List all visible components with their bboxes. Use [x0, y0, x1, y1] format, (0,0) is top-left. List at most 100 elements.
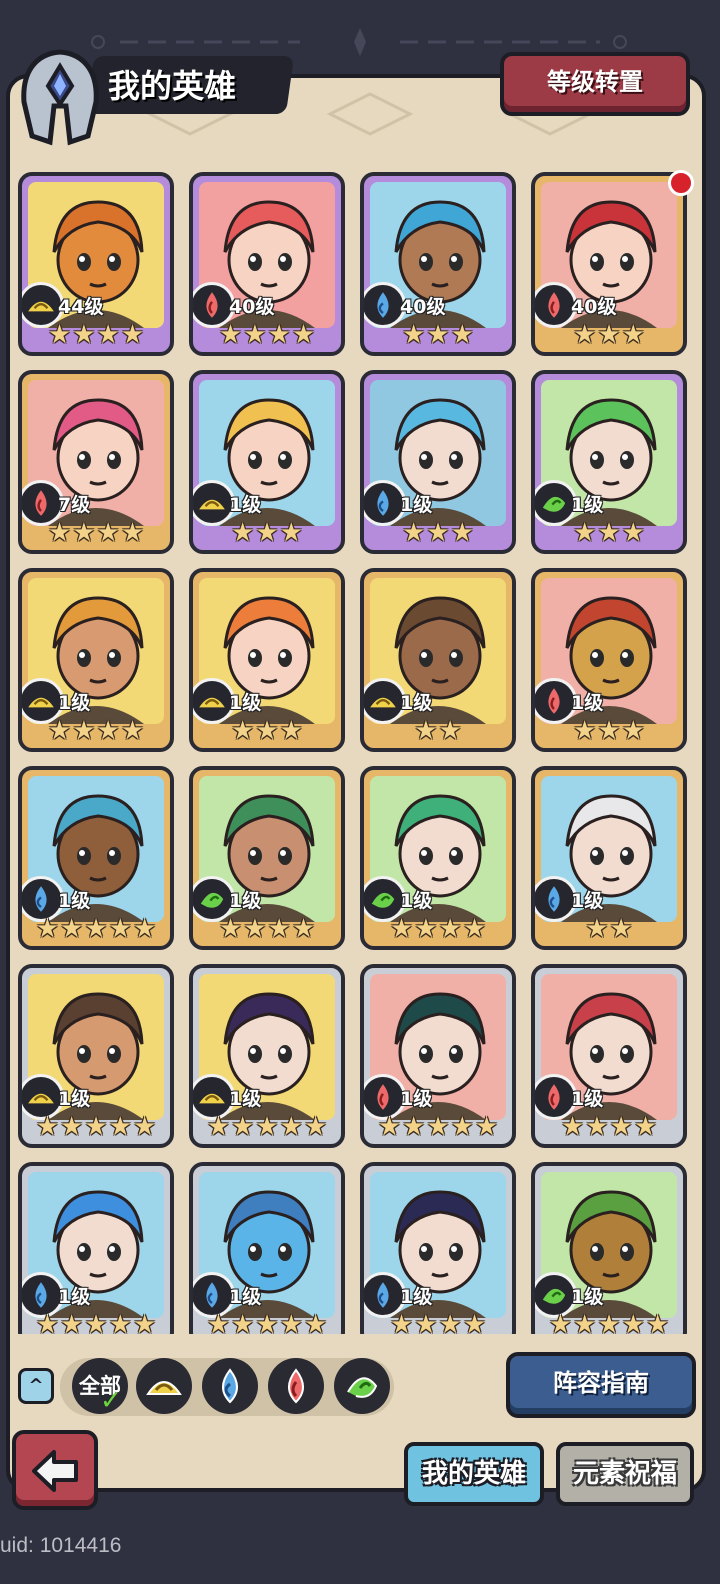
back-button[interactable]: [12, 1430, 98, 1510]
hero-card[interactable]: 1级 ★ ★ ★ ★: [18, 568, 174, 752]
tab-my-heroes[interactable]: 我的英雄: [404, 1442, 544, 1506]
hero-card[interactable]: 1级 ★ ★ ★ ★: [531, 964, 687, 1148]
formation-guide-button[interactable]: 阵容指南: [506, 1352, 696, 1418]
hero-card[interactable]: 1级 ★ ★ ★ ★ ★: [18, 964, 174, 1148]
hero-card[interactable]: 1级 ★ ★ ★ ★ ★: [18, 1162, 174, 1334]
hero-stars: ★ ★: [535, 914, 683, 944]
filter-earth-button[interactable]: [136, 1358, 192, 1414]
hero-card[interactable]: 1级 ★ ★ ★ ★ ★: [189, 964, 345, 1148]
star-icon: ★: [621, 320, 645, 350]
hero-level: 1级: [229, 692, 262, 714]
star-icon: ★: [645, 1310, 670, 1334]
star-icon: ★: [609, 1112, 633, 1142]
hero-card[interactable]: 1级 ★ ★ ★: [360, 370, 516, 554]
hero-card[interactable]: 1级 ★ ★: [360, 568, 516, 752]
star-icon: ★: [47, 518, 72, 548]
star-icon: ★: [35, 1112, 60, 1142]
hero-card[interactable]: 1级 ★ ★ ★ ★: [360, 766, 516, 950]
star-icon: ★: [462, 1310, 487, 1334]
star-icon: ★: [84, 1310, 108, 1334]
hero-card[interactable]: 1级 ★ ★: [531, 766, 687, 950]
star-icon: ★: [231, 518, 255, 548]
hero-level: 1级: [571, 692, 604, 714]
star-icon: ★: [120, 716, 145, 746]
star-icon: ★: [573, 716, 597, 746]
uid-label: uid: 1014416: [0, 1534, 122, 1557]
hero-card[interactable]: 1级 ★ ★ ★: [531, 568, 687, 752]
star-icon: ★: [414, 914, 438, 944]
hero-stars: ★ ★ ★: [364, 320, 512, 350]
hero-level: 1级: [58, 890, 91, 912]
formation-guide-label: 阵容指南: [553, 1369, 649, 1397]
star-icon: ★: [585, 1112, 609, 1142]
hero-stars: ★ ★ ★ ★ ★: [535, 1310, 683, 1334]
hero-stars: ★ ★ ★ ★: [22, 716, 170, 746]
rank-transfer-button[interactable]: 等级转置: [500, 52, 690, 116]
hero-level: 1级: [229, 1286, 262, 1308]
star-icon: ★: [621, 518, 645, 548]
hero-stars: ★ ★ ★ ★ ★: [193, 1310, 341, 1334]
star-icon: ★: [450, 320, 474, 350]
star-icon: ★: [621, 1310, 645, 1334]
hero-card[interactable]: 1级 ★ ★ ★ ★: [189, 766, 345, 950]
notification-dot: [668, 170, 694, 196]
filter-water-button[interactable]: [202, 1358, 258, 1414]
tab-my-heroes-label: 我的英雄: [421, 1459, 526, 1489]
collapse-up-button[interactable]: ^: [18, 1368, 54, 1404]
hero-card[interactable]: 1级 ★ ★ ★ ★: [360, 1162, 516, 1334]
star-icon: ★: [231, 1310, 255, 1334]
hero-stars: ★ ★ ★ ★: [535, 1112, 683, 1142]
hero-stars: ★ ★ ★ ★: [193, 914, 341, 944]
star-icon: ★: [402, 1112, 426, 1142]
star-icon: ★: [438, 914, 462, 944]
star-icon: ★: [60, 1112, 84, 1142]
back-arrow-icon: [32, 1450, 78, 1492]
hero-card[interactable]: 1级 ★ ★ ★ ★ ★: [189, 1162, 345, 1334]
star-icon: ★: [60, 1310, 84, 1334]
star-icon: ★: [47, 320, 72, 350]
hero-card[interactable]: 44级 ★ ★ ★ ★: [18, 172, 174, 356]
star-icon: ★: [96, 716, 120, 746]
star-icon: ★: [585, 914, 609, 944]
hero-card[interactable]: 1级 ★ ★ ★ ★ ★: [18, 766, 174, 950]
hero-card[interactable]: 1级 ★ ★ ★ ★ ★: [531, 1162, 687, 1334]
selected-check-icon: ✓: [100, 1386, 122, 1416]
hero-card[interactable]: 40级 ★ ★ ★ ★: [189, 172, 345, 356]
filter-fire-button[interactable]: [268, 1358, 324, 1414]
star-icon: ★: [389, 1310, 414, 1334]
star-icon: ★: [120, 518, 145, 548]
star-icon: ★: [218, 914, 243, 944]
helmet-icon: [21, 49, 99, 146]
star-icon: ★: [573, 518, 597, 548]
star-icon: ★: [206, 1310, 231, 1334]
hero-level: 1级: [400, 890, 433, 912]
hero-level: 40级: [571, 296, 617, 318]
hero-stars: ★ ★ ★ ★ ★: [364, 1112, 512, 1142]
hero-card[interactable]: 1级 ★ ★ ★: [189, 370, 345, 554]
star-icon: ★: [72, 716, 96, 746]
star-icon: ★: [597, 716, 621, 746]
star-icon: ★: [548, 1310, 573, 1334]
star-icon: ★: [279, 716, 303, 746]
hero-card[interactable]: 40级 ★ ★ ★: [360, 172, 516, 356]
hero-stars: ★ ★ ★ ★: [364, 914, 512, 944]
star-icon: ★: [47, 716, 72, 746]
hero-card[interactable]: 1级 ★ ★ ★ ★ ★: [360, 964, 516, 1148]
hero-card[interactable]: 1级 ★ ★ ★: [531, 370, 687, 554]
star-icon: ★: [108, 914, 132, 944]
page-title: 我的英雄: [108, 67, 237, 105]
hero-stars: ★ ★ ★ ★ ★: [22, 1112, 170, 1142]
star-icon: ★: [267, 320, 291, 350]
hero-level: 1级: [400, 494, 433, 516]
star-icon: ★: [402, 320, 426, 350]
hero-card[interactable]: 7级 ★ ★ ★ ★: [18, 370, 174, 554]
tab-element-blessing[interactable]: 元素祝福: [556, 1442, 694, 1506]
hero-card[interactable]: 40级 ★ ★ ★: [531, 172, 687, 356]
rank-transfer-label: 等级转置: [547, 68, 643, 96]
star-icon: ★: [597, 320, 621, 350]
hero-stars: ★ ★ ★ ★: [193, 320, 341, 350]
filter-wind-button[interactable]: [334, 1358, 390, 1414]
hero-stars: ★ ★ ★ ★ ★: [22, 914, 170, 944]
hero-card[interactable]: 1级 ★ ★ ★: [189, 568, 345, 752]
hero-stars: ★ ★ ★: [535, 518, 683, 548]
